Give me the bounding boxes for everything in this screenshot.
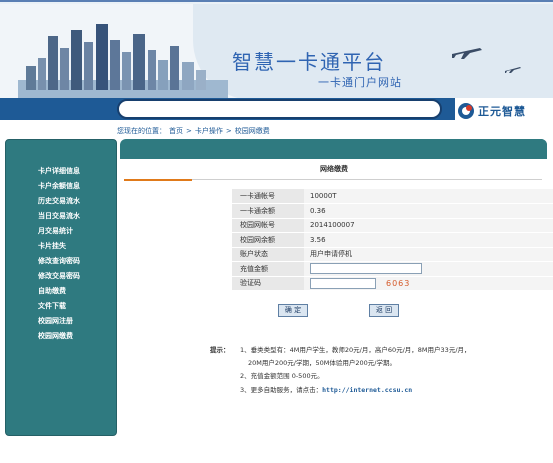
breadcrumb-item-campus-net-pay: 校园网缴费 bbox=[234, 127, 270, 135]
account-status-value: 用户申请停机 bbox=[304, 247, 553, 262]
tips-line-3: 2、充值金额范围 0-500元。 bbox=[240, 372, 324, 380]
breadcrumb-separator: > bbox=[186, 127, 192, 135]
card-account-label: 一卡通帐号 bbox=[232, 189, 304, 204]
sidebar-item-history-transactions[interactable]: 历史交易流水 bbox=[6, 194, 116, 209]
sidebar-item-campus-net-payment[interactable]: 校园网缴费 bbox=[6, 329, 116, 344]
nav-search-box[interactable] bbox=[117, 99, 442, 119]
sidebar-item-self-payment[interactable]: 自助缴费 bbox=[6, 284, 116, 299]
title-underline-accent bbox=[124, 179, 192, 181]
sidebar-item-today-transactions[interactable]: 当日交易流水 bbox=[6, 209, 116, 224]
card-balance-value: 0.36 bbox=[304, 203, 553, 219]
tips-line-4: 3、更多自助服务，请点击：http://internet.ccsu.cn bbox=[240, 384, 412, 394]
sidebar-item-file-download[interactable]: 文件下载 bbox=[6, 299, 116, 314]
brand-logo: 正元智慧 bbox=[458, 100, 550, 122]
table-row: 一卡通帐号 10000T bbox=[232, 189, 553, 204]
captcha-input[interactable] bbox=[310, 277, 376, 289]
breadcrumb-item-card-ops[interactable]: 卡户操作 bbox=[195, 127, 223, 135]
payment-form-table: 一卡通帐号 10000T 一卡通余额 0.36 校园网帐号 2014100007… bbox=[232, 189, 553, 291]
breadcrumb-item-home[interactable]: 首页 bbox=[169, 127, 183, 135]
card-balance-label: 一卡通余额 bbox=[232, 203, 304, 219]
main-panel-header bbox=[120, 139, 547, 159]
brand-logo-icon bbox=[458, 103, 474, 119]
account-status-label: 账户状态 bbox=[232, 247, 304, 262]
internet-service-link[interactable]: http://internet.ccsu.cn bbox=[322, 386, 412, 394]
net-account-label: 校园网帐号 bbox=[232, 218, 304, 233]
captcha-image[interactable]: 6063 bbox=[386, 279, 410, 288]
tips-line-4-prefix: 3、更多自助服务，请点击： bbox=[240, 386, 323, 394]
platform-title: 智慧一卡通平台 bbox=[232, 50, 386, 74]
sidebar-item-card-detail[interactable]: 卡户详细信息 bbox=[6, 164, 116, 179]
recharge-amount-label: 充值金额 bbox=[232, 261, 304, 277]
main-panel: 网络缴费 一卡通帐号 10000T 一卡通余额 0.36 校园网帐号 20141… bbox=[120, 159, 553, 463]
table-row: 充值金额 bbox=[232, 261, 553, 277]
brand-name: 正元智慧 bbox=[478, 105, 526, 118]
sidebar-menu: 卡户详细信息 卡户余额信息 历史交易流水 当日交易流水 月交易统计 卡片挂失 修… bbox=[6, 140, 116, 344]
table-row: 账户状态 用户申请停机 bbox=[232, 247, 553, 262]
sidebar-item-campus-net-register[interactable]: 校园网注册 bbox=[6, 314, 116, 329]
header-banner: 智慧一卡通平台 一卡通门户网站 bbox=[0, 0, 553, 98]
sidebar-item-card-balance[interactable]: 卡户余额信息 bbox=[6, 179, 116, 194]
table-row: 验证码 6063 bbox=[232, 276, 553, 291]
breadcrumb-prefix: 您现在的位置： bbox=[117, 127, 166, 135]
breadcrumb: 您现在的位置： 首页 > 卡户操作 > 校园网缴费 bbox=[117, 126, 273, 136]
captcha-label: 验证码 bbox=[232, 276, 304, 291]
back-button[interactable]: 返 回 bbox=[369, 304, 399, 317]
table-row: 校园网帐号 2014100007 bbox=[232, 218, 553, 233]
tips-line-2: 20M用户200元/学期，50M体验用户200元/学期。 bbox=[248, 359, 396, 367]
card-account-value: 10000T bbox=[304, 189, 553, 204]
small-airplane-icon bbox=[505, 67, 521, 73]
sidebar-item-monthly-stats[interactable]: 月交易统计 bbox=[6, 224, 116, 239]
confirm-button[interactable]: 确 定 bbox=[278, 304, 308, 317]
table-row: 一卡通余额 0.36 bbox=[232, 203, 553, 219]
breadcrumb-separator: > bbox=[225, 127, 232, 135]
sidebar: 卡户详细信息 卡户余额信息 历史交易流水 当日交易流水 月交易统计 卡片挂失 修… bbox=[5, 139, 117, 436]
table-row: 校园网余额 3.56 bbox=[232, 232, 553, 248]
recharge-amount-input[interactable] bbox=[310, 263, 422, 275]
net-balance-label: 校园网余额 bbox=[232, 232, 304, 248]
airplane-icon bbox=[452, 48, 482, 59]
net-account-value: 2014100007 bbox=[304, 218, 553, 233]
title-underline bbox=[192, 179, 542, 180]
sidebar-item-change-transaction-password[interactable]: 修改交易密码 bbox=[6, 269, 116, 284]
platform-subtitle: 一卡通门户网站 bbox=[318, 76, 402, 89]
tips-line-1: 1、垂类类型有：4M用户学生，教师20元/月，高户60元/月，8M用户33元/月… bbox=[240, 346, 471, 354]
net-balance-value: 3.56 bbox=[304, 232, 553, 248]
sidebar-item-change-query-password[interactable]: 修改查询密码 bbox=[6, 254, 116, 269]
panel-title: 网络缴费 bbox=[320, 165, 348, 173]
tips-heading: 提示： bbox=[210, 346, 230, 354]
sidebar-item-report-loss[interactable]: 卡片挂失 bbox=[6, 239, 116, 254]
city-skyline-image bbox=[18, 24, 228, 98]
